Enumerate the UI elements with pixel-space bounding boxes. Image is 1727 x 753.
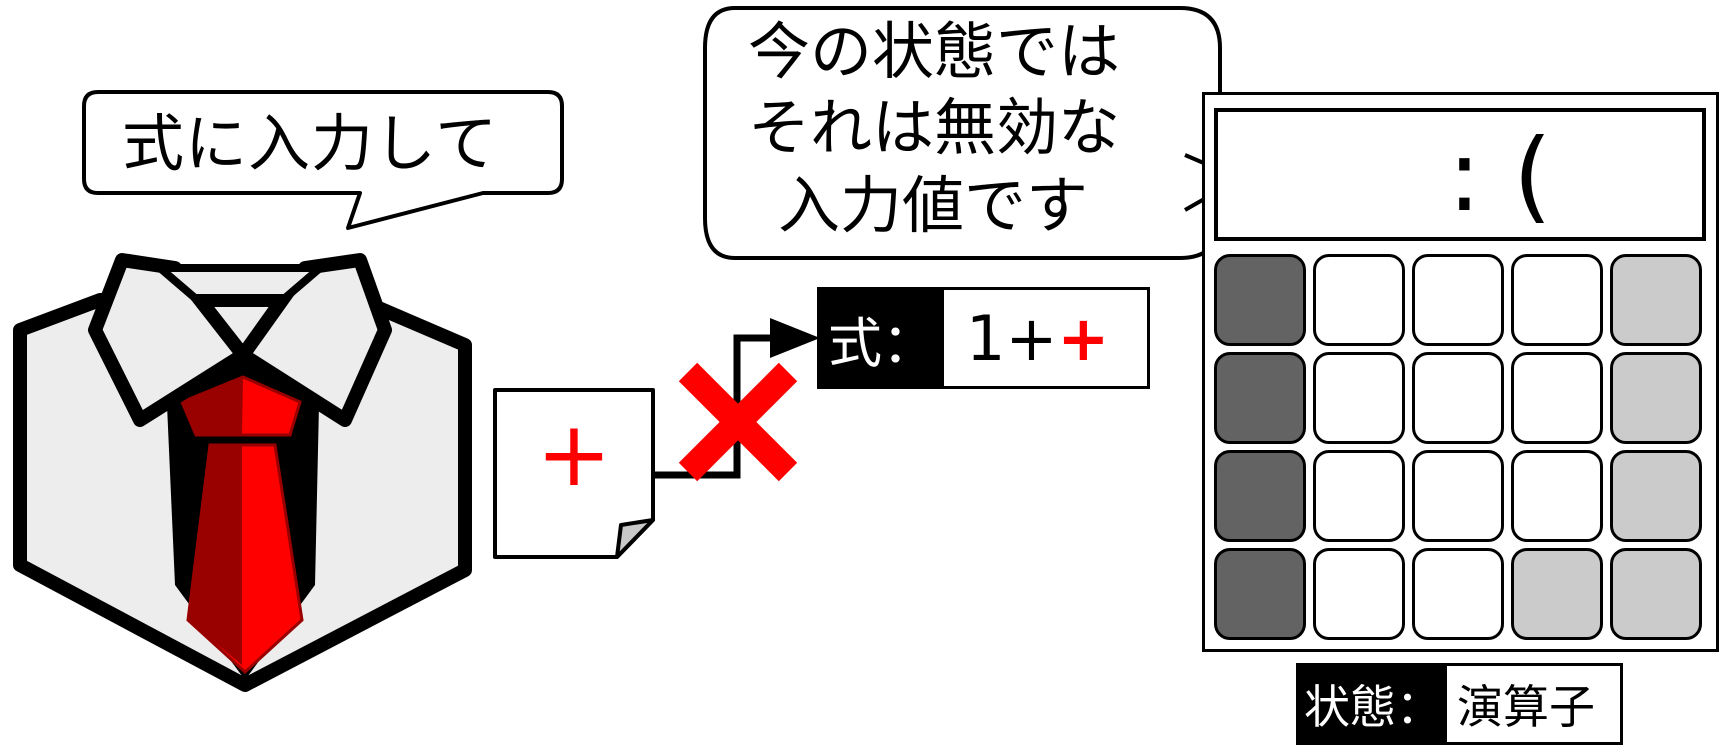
calculator-key-dark[interactable] — [1214, 548, 1306, 640]
expression-box: 式： 1+ + — [817, 287, 1150, 389]
calculator-key-white[interactable] — [1313, 450, 1405, 542]
calculator-key-white[interactable] — [1313, 352, 1405, 444]
calculator-key-light[interactable] — [1511, 548, 1603, 640]
expression-value-prefix: 1+ — [966, 301, 1058, 375]
calculator-key-light[interactable] — [1610, 450, 1702, 542]
calculator-key-white[interactable] — [1313, 548, 1405, 640]
calculator-display: : ( — [1214, 108, 1706, 241]
state-label: 状態： — [1299, 666, 1447, 742]
calculator-key-dark[interactable] — [1214, 352, 1306, 444]
calculator-bubble-line-2: それは無効な — [748, 91, 1121, 164]
calculator-key-white[interactable] — [1511, 254, 1603, 346]
calculator-key-light[interactable] — [1610, 352, 1702, 444]
calculator-key-white[interactable] — [1313, 254, 1405, 346]
expression-label: 式： — [820, 290, 944, 386]
state-value: 演算子 — [1457, 680, 1595, 734]
input-token-plus: + — [536, 402, 612, 507]
state-box: 状態： 演算子 — [1296, 663, 1623, 745]
user-bubble-text: 式に入力して — [122, 107, 499, 180]
calculator-display-text: : ( — [1447, 117, 1553, 234]
calculator-key-white[interactable] — [1511, 352, 1603, 444]
calculator-key-dark[interactable] — [1214, 450, 1306, 542]
calculator-key-light[interactable] — [1610, 254, 1702, 346]
expression-value: 1+ + — [944, 290, 1109, 386]
calculator-bubble-line-1: 今の状態では — [748, 15, 1121, 88]
calculator-key-white[interactable] — [1412, 548, 1504, 640]
calculator-key-dark[interactable] — [1214, 254, 1306, 346]
rejected-cross-icon — [678, 362, 798, 482]
calculator-key-white[interactable] — [1412, 254, 1504, 346]
calculator-key-white[interactable] — [1412, 450, 1504, 542]
calculator-keypad — [1214, 254, 1708, 644]
calculator-key-white[interactable] — [1511, 450, 1603, 542]
calculator-key-white[interactable] — [1412, 352, 1504, 444]
expression-rejected-operator: + — [1057, 301, 1110, 375]
calculator-key-light[interactable] — [1610, 548, 1702, 640]
person-shirt-tie-icon — [13, 253, 472, 692]
calculator-bubble-line-3: 入力値です — [778, 169, 1089, 242]
